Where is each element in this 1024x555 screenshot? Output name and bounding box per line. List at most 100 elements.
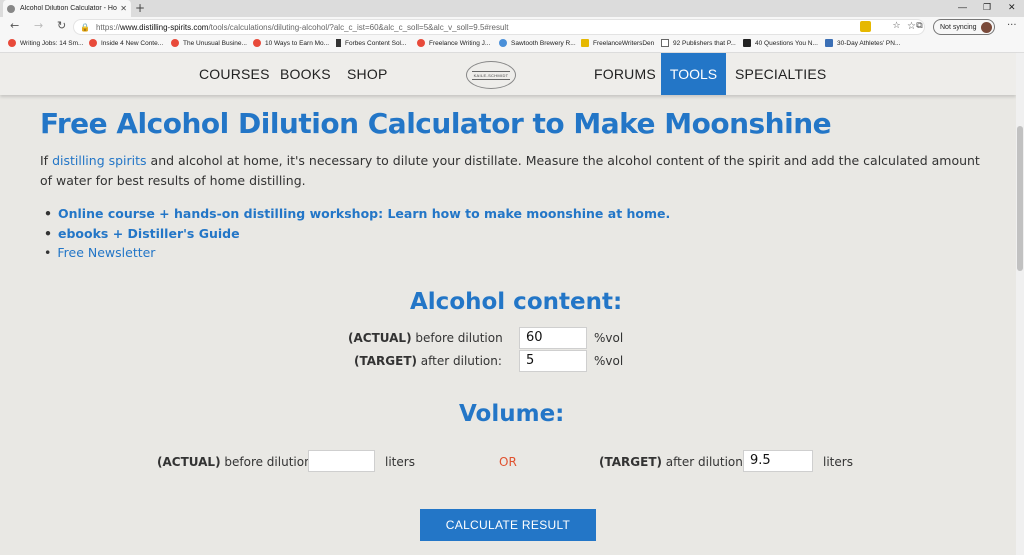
- bookmark-item[interactable]: FreelanceWritersDen: [581, 39, 654, 47]
- bookmark-item[interactable]: Freelance Writing J...: [417, 39, 490, 47]
- tab-strip: Alcohol Dilution Calculator - Ho ✕ + — ❐…: [0, 0, 1024, 17]
- actual-volume-input[interactable]: [308, 450, 375, 472]
- volume-heading: Volume:: [459, 401, 565, 427]
- bookmark-item[interactable]: Forbes Content Sol...: [336, 39, 406, 47]
- intro-text: If: [40, 153, 53, 168]
- refresh-icon[interactable]: ↻: [57, 20, 66, 32]
- tab-title: Alcohol Dilution Calculator - Ho: [20, 5, 117, 12]
- favorites-icon[interactable]: ☆: [891, 21, 902, 32]
- bookmark-item[interactable]: 92 Publishers that P...: [661, 39, 736, 47]
- page-scrollbar[interactable]: [1016, 53, 1024, 555]
- browser-tab[interactable]: Alcohol Dilution Calculator - Ho ✕: [3, 0, 131, 17]
- actual-alcohol-input[interactable]: 60: [519, 327, 587, 349]
- actual-volume-unit: liters: [385, 455, 415, 469]
- extension-icon[interactable]: [860, 21, 871, 32]
- site-logo[interactable]: KAILE-SCHMIDT: [466, 61, 516, 89]
- folder-icon: [581, 39, 589, 47]
- bookmark-icon: [825, 39, 833, 47]
- nav-tools[interactable]: TOOLS: [661, 53, 726, 95]
- target-volume-unit: liters: [823, 455, 853, 469]
- nav-forums[interactable]: FORUMS: [594, 66, 656, 82]
- new-tab-icon[interactable]: +: [135, 1, 145, 15]
- close-tab-icon[interactable]: ✕: [120, 4, 127, 13]
- intro-paragraph: If distilling spirits and alcohol at hom…: [40, 151, 988, 191]
- bookmark-item[interactable]: Inside 4 New Conte...: [89, 39, 163, 47]
- profile-avatar: [981, 22, 992, 33]
- bookmark-icon: [499, 39, 507, 47]
- bookmark-icon: [171, 39, 179, 47]
- bookmark-label: Inside 4 New Conte...: [101, 39, 164, 47]
- bookmark-label: Sawtooth Brewery R...: [511, 39, 576, 47]
- label-strong: (ACTUAL): [348, 331, 412, 345]
- site-navigation: COURSES BOOKS SHOP KAILE-SCHMIDT FORUMS …: [0, 53, 1016, 95]
- bookmark-item[interactable]: Sawtooth Brewery R...: [499, 39, 576, 47]
- bookmark-item[interactable]: Writing Jobs: 14 Sm...: [8, 39, 83, 47]
- close-window-icon[interactable]: ✕: [1008, 2, 1016, 13]
- bookmark-icon: [417, 39, 425, 47]
- label-text: after dilution:: [661, 455, 747, 469]
- bookmark-item[interactable]: 30-Day Athletes' PN...: [825, 39, 900, 47]
- label-strong: (TARGET): [354, 354, 417, 368]
- bookmark-icon: [8, 39, 16, 47]
- bookmark-icon: [89, 39, 97, 47]
- label-strong: (TARGET): [599, 455, 662, 469]
- nav-shop[interactable]: SHOP: [347, 66, 387, 82]
- bookmark-label: 40 Questions You N...: [755, 39, 818, 47]
- back-icon[interactable]: ←: [10, 20, 19, 32]
- lock-icon: 🔒: [80, 22, 90, 32]
- site-favicon-icon: [7, 4, 15, 13]
- label-text: after dilution:: [416, 354, 502, 368]
- bookmark-item[interactable]: 10 Ways to Earn Mo...: [253, 39, 329, 47]
- forward-icon[interactable]: →: [34, 20, 43, 32]
- scrollbar-thumb[interactable]: [1017, 126, 1023, 271]
- bookmark-label: 30-Day Athletes' PN...: [837, 39, 901, 47]
- bookmarks-bar: Writing Jobs: 14 Sm... Inside 4 New Cont…: [0, 37, 1024, 53]
- calculate-result-button[interactable]: CALCULATE RESULT: [420, 509, 596, 541]
- target-alcohol-label: (TARGET) after dilution:: [354, 354, 502, 368]
- restore-icon[interactable]: ❐: [983, 2, 991, 13]
- ebooks-link[interactable]: ebooks + Distiller's Guide: [44, 224, 670, 244]
- target-volume-label: (TARGET) after dilution:: [599, 455, 747, 469]
- nav-courses[interactable]: COURSES: [199, 66, 270, 82]
- bookmark-label: Writing Jobs: 14 Sm...: [20, 39, 84, 47]
- minimize-icon[interactable]: —: [958, 2, 967, 12]
- bookmark-label: FreelanceWritersDen: [593, 39, 655, 47]
- collections-icon[interactable]: ⧉: [914, 21, 925, 32]
- distilling-spirits-link[interactable]: distilling spirits: [52, 153, 147, 168]
- nav-books[interactable]: BOOKS: [280, 66, 331, 82]
- or-separator: OR: [499, 455, 517, 469]
- label-strong: (ACTUAL): [157, 455, 221, 469]
- intro-text: and alcohol at home, it's necessary to d…: [40, 153, 980, 188]
- target-volume-input[interactable]: 9.5: [743, 450, 813, 472]
- sync-label: Not syncing: [940, 23, 977, 31]
- page-icon: [661, 39, 669, 47]
- newsletter-link[interactable]: Free Newsletter: [44, 243, 670, 263]
- actual-alcohol-unit: %vol: [594, 331, 624, 345]
- bookmark-item[interactable]: The Unusual Busine...: [171, 39, 247, 47]
- address-bar[interactable]: 🔒 https://www.distilling-spirits.com/too…: [73, 19, 925, 35]
- bookmark-icon: [336, 39, 341, 47]
- bookmark-label: Freelance Writing J...: [429, 39, 491, 47]
- bookmark-icon: [743, 39, 751, 47]
- sync-button[interactable]: Not syncing: [933, 19, 995, 35]
- more-menu-icon[interactable]: ···: [1007, 20, 1017, 31]
- resource-links: Online course + hands-on distilling work…: [44, 204, 670, 263]
- actual-alcohol-label: (ACTUAL) before dilution: [348, 331, 503, 345]
- bookmark-item[interactable]: 40 Questions You N...: [743, 39, 818, 47]
- page-title: Free Alcohol Dilution Calculator to Make…: [40, 107, 832, 140]
- nav-specialties[interactable]: SPECIALTIES: [735, 66, 826, 82]
- bookmark-label: Forbes Content Sol...: [345, 39, 407, 47]
- actual-volume-label: (ACTUAL) before dilution: [157, 455, 312, 469]
- url-path: /tools/calculations/diluting-alcohol/?al…: [208, 22, 509, 32]
- bookmark-label: 92 Publishers that P...: [673, 39, 736, 47]
- url-domain: www.distilling-spirits.com: [119, 22, 209, 32]
- url-prefix: https://: [95, 22, 120, 32]
- logo-text: KAILE-SCHMIDT: [471, 70, 511, 80]
- course-link[interactable]: Online course + hands-on distilling work…: [44, 204, 670, 224]
- browser-toolbar: ← → ↻ 🔒 https://www.distilling-spirits.c…: [0, 17, 1024, 37]
- alcohol-content-heading: Alcohol content:: [410, 289, 623, 315]
- bookmark-label: 10 Ways to Earn Mo...: [265, 39, 330, 47]
- target-alcohol-input[interactable]: 5: [519, 350, 587, 372]
- label-text: before dilution: [411, 331, 503, 345]
- target-alcohol-unit: %vol: [594, 354, 624, 368]
